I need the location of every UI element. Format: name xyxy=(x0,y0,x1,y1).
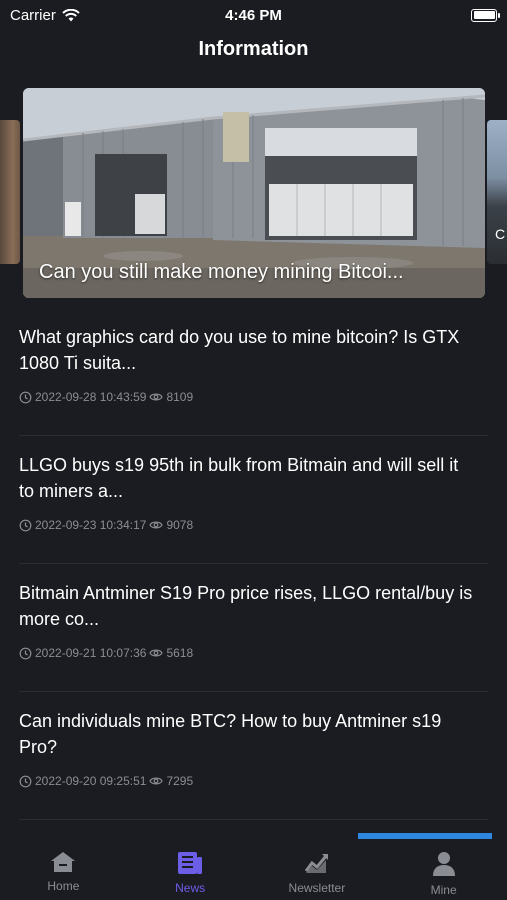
news-date: 2022-09-23 10:34:17 xyxy=(35,518,147,532)
chart-icon xyxy=(304,854,328,873)
news-title: LLGO buys s19 95th in bulk from Bitmain … xyxy=(19,455,459,501)
news-icon xyxy=(178,852,203,874)
home-icon xyxy=(51,852,76,872)
news-meta: 2022-09-23 10:34:17 9078 xyxy=(19,518,488,532)
banner-carousel[interactable]: Can you still make money mining Bitcoi..… xyxy=(0,88,507,300)
tab-newsletter-label: Newsletter xyxy=(288,881,346,895)
eye-icon xyxy=(149,777,164,785)
eye-icon xyxy=(149,521,164,529)
eye-icon xyxy=(149,649,164,657)
clock-icon xyxy=(19,647,32,659)
clock-icon xyxy=(19,775,32,787)
news-item[interactable]: Bitmain Antminer S19 Pro price rises, LL… xyxy=(19,564,488,692)
tab-newsletter[interactable]: Newsletter xyxy=(254,839,381,900)
carousel-prev-slide[interactable] xyxy=(0,120,20,264)
news-date: 2022-09-20 09:25:51 xyxy=(35,774,147,788)
tab-mine[interactable]: Mine xyxy=(380,839,507,900)
news-item[interactable]: What graphics card do you use to mine bi… xyxy=(19,308,488,436)
wifi-icon xyxy=(62,8,80,21)
news-title: Can individuals mine BTC? How to buy Ant… xyxy=(19,711,442,757)
carousel-next-slide[interactable]: C xyxy=(487,120,507,264)
clock-icon xyxy=(19,519,32,531)
tab-home-label: Home xyxy=(47,879,80,893)
news-title: Bitmain Antminer S19 Pro price rises, LL… xyxy=(19,583,473,629)
news-date: 2022-09-28 10:43:59 xyxy=(35,390,147,404)
clock-icon xyxy=(19,391,32,403)
news-meta: 2022-09-20 09:25:51 7295 xyxy=(19,774,488,788)
page-title: Information xyxy=(198,38,309,60)
news-views: 8109 xyxy=(166,390,194,404)
slide-caption: Can you still make money mining Bitcoi..… xyxy=(39,261,404,283)
news-views: 9078 xyxy=(166,518,194,532)
tab-mine-label: Mine xyxy=(430,883,457,897)
news-item[interactable]: LLGO buys s19 95th in bulk from Bitmain … xyxy=(19,436,488,564)
tab-news-label: News xyxy=(175,881,206,895)
eye-icon xyxy=(149,393,164,401)
news-item[interactable]: Can individuals mine BTC? How to buy Ant… xyxy=(19,692,488,820)
news-date: 2022-09-21 10:07:36 xyxy=(35,646,147,660)
news-title: What graphics card do you use to mine bi… xyxy=(19,327,460,373)
news-meta: 2022-09-28 10:43:59 8109 xyxy=(19,390,488,404)
news-meta: 2022-09-21 10:07:36 5618 xyxy=(19,646,488,660)
battery-icon xyxy=(471,8,500,22)
tab-bar: Home News Newsletter Mine xyxy=(0,839,507,900)
person-icon xyxy=(432,852,455,876)
next-slide-caption: C xyxy=(495,226,506,242)
carrier-label: Carrier xyxy=(10,6,56,24)
status-bar: Carrier 4:46 PM xyxy=(0,0,507,30)
carousel-slide[interactable]: Can you still make money mining Bitcoi..… xyxy=(23,88,485,298)
news-views: 5618 xyxy=(166,646,194,660)
news-list: What graphics card do you use to mine bi… xyxy=(19,308,488,820)
news-views: 7295 xyxy=(166,774,194,788)
tab-news[interactable]: News xyxy=(127,839,254,900)
tab-home[interactable]: Home xyxy=(0,839,127,900)
